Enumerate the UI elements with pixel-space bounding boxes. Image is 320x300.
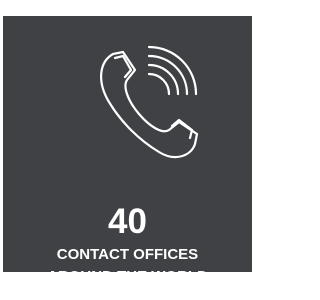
office-count: 40: [108, 202, 147, 241]
contact-offices-stat-card: 40 CONTACT OFFICES AROUND THE WORLD: [3, 16, 252, 285]
caption-line-2: AROUND THE WORLD: [47, 268, 208, 285]
caption-line-1: CONTACT OFFICES: [56, 246, 199, 263]
phone-icon-container: [3, 36, 252, 186]
phone-call-icon: [100, 45, 199, 159]
stat-caption: CONTACT OFFICES AROUND THE WORLD: [3, 244, 252, 288]
